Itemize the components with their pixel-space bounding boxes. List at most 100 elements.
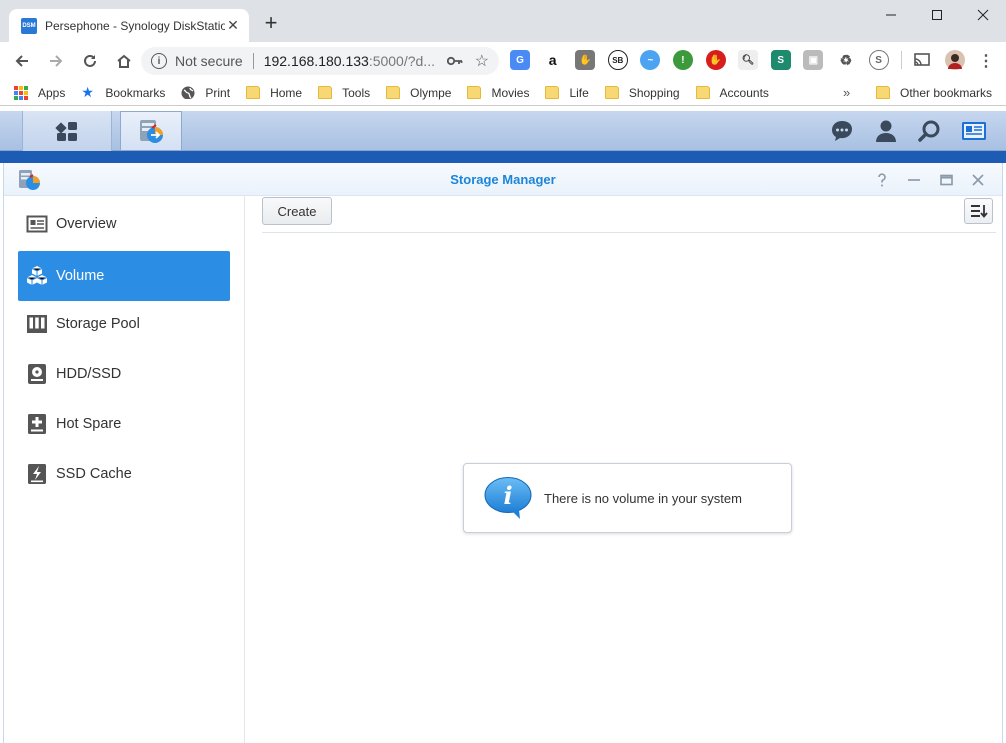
window-title: Storage Manager [450,172,556,187]
create-button[interactable]: Create [262,197,332,225]
tabs-extension-icon[interactable]: ▣ [803,50,824,70]
empty-state-message: i There is no volume in your system [463,463,792,533]
sidebar-item-ssd-cache[interactable]: SSD Cache [18,449,230,499]
amazon-extension-icon[interactable]: a [542,50,563,70]
s-extension-icon[interactable]: S [770,50,791,70]
search-button[interactable] [908,111,952,151]
folder-icon [246,86,261,99]
bookmark-label: Accounts [719,85,769,100]
window-title-controls [866,170,994,190]
forward-button[interactable] [40,45,72,77]
bookmark-folder-movies[interactable]: Movies [467,86,529,100]
back-arrow-icon [15,55,28,67]
bookmark-star-icon[interactable]: ☆ [475,51,489,71]
notifications-button[interactable] [820,111,864,151]
window-close-button[interactable] [962,170,994,190]
bookmark-label: Apps [38,85,66,100]
bookmark-folder-accounts[interactable]: Accounts [695,85,769,100]
minimize-button[interactable] [868,0,914,30]
extensions-divider [901,51,903,69]
security-label: Not secure [175,53,243,69]
bookmark-folder-home[interactable]: Home [246,86,302,100]
globe-warning-extension-icon[interactable]: ! [672,50,693,70]
recycle-extension-icon[interactable]: ♻ [835,50,856,70]
window-maximize-button[interactable] [930,170,962,190]
help-button[interactable] [866,170,898,190]
ssd-cache-icon [28,464,46,484]
bookmark-apps[interactable]: Apps [14,86,65,100]
bookmark-label: Olympe [410,85,452,100]
translate-extension-icon[interactable]: G [510,50,530,70]
browser-toolbar: i Not secure 192.168.180.133:5000/?d... … [0,42,1006,80]
sidebar-item-label: Overview [56,216,117,232]
back-button[interactable] [6,45,38,77]
tab-close-icon[interactable]: ✕ [225,17,241,34]
other-bookmarks[interactable]: Other bookmarks [876,86,992,100]
bookmarks-bar: Apps ★ Bookmarks Print Home Tools Olympe… [0,80,1006,106]
main-menu-button[interactable] [22,111,112,151]
sidebar-item-hot-spare[interactable]: Hot Spare [18,399,230,449]
hand-extension-icon[interactable]: ✋ [575,50,596,70]
sort-button[interactable] [964,198,993,224]
pulse-extension-icon[interactable]: ~ [640,50,661,70]
folder-icon [876,86,890,99]
sidebar-item-label: SSD Cache [56,466,132,482]
reload-button[interactable] [74,45,106,77]
bookmark-label: Life [569,85,589,100]
sidebar-item-storage-pool[interactable]: Storage Pool [18,299,230,349]
empty-state-text: There is no volume in your system [544,490,742,506]
reload-icon [84,54,96,67]
forward-arrow-icon [50,55,63,67]
bookmark-bookmarks[interactable]: ★ Bookmarks [81,84,165,100]
chrome-menu-icon[interactable]: ⋮ [978,51,994,71]
bookmarks-overflow-chevron-icon[interactable]: » [843,85,850,100]
window-controls [868,0,1006,30]
close-window-button[interactable] [960,0,1006,30]
new-tab-button[interactable]: + [260,12,282,34]
window-minimize-button[interactable] [898,170,930,190]
bookmark-folder-tools[interactable]: Tools [318,86,370,100]
skype-extension-icon[interactable]: S [868,50,889,70]
browser-tab[interactable]: DSM Persephone - Synology DiskStatio ✕ [9,9,249,42]
omnibox-divider [252,53,254,69]
info-icon[interactable]: i [151,53,167,69]
folder-icon [545,86,560,99]
overview-icon [26,215,48,233]
bookmark-label: Tools [342,85,371,100]
user-options-button[interactable] [864,111,908,151]
window-titlebar[interactable]: Storage Manager [4,163,1002,196]
magnifier-extension-icon[interactable]: 🔍︎ [738,50,759,70]
address-bar[interactable]: i Not secure 192.168.180.133:5000/?d... … [141,47,499,75]
bookmark-folder-shopping[interactable]: Shopping [604,86,680,100]
cast-icon[interactable] [912,50,933,70]
user-icon [876,120,896,142]
sidebar-item-volume[interactable]: Volume [18,251,230,301]
browser-tab-strip: DSM Persephone - Synology DiskStatio ✕ + [0,0,1006,42]
bookmark-folder-life[interactable]: Life [545,85,589,100]
profile-avatar[interactable] [944,50,965,70]
bookmark-print[interactable]: Print [181,86,230,100]
taskbar-storage-manager-button[interactable] [120,111,182,151]
home-button[interactable] [108,45,140,77]
maximize-button[interactable] [914,0,960,30]
storage-manager-icon [140,120,163,143]
sort-list-icon [970,205,988,218]
folder-icon [604,86,619,99]
sidebar-item-overview[interactable]: Overview [18,199,230,249]
star-icon: ★ [81,84,94,100]
bookmark-label: Movies [491,85,530,100]
widgets-button[interactable] [952,111,996,151]
folder-icon [695,86,710,99]
volume-panel: Create i There is no volume in your syst… [246,196,1002,743]
minimize-icon [908,179,920,181]
folder-icon [386,86,401,99]
folder-icon [318,86,333,99]
toolbar-divider [262,232,996,233]
widgets-card-icon [962,122,986,140]
sidebar-item-hdd-ssd[interactable]: HDD/SSD [18,349,230,399]
sb-extension-icon[interactable]: SB [607,50,628,70]
main-menu-icon [55,122,77,141]
key-icon[interactable] [446,53,463,69]
adblock-extension-icon[interactable]: ✋ [705,50,726,70]
bookmark-folder-olympe[interactable]: Olympe [386,86,451,100]
